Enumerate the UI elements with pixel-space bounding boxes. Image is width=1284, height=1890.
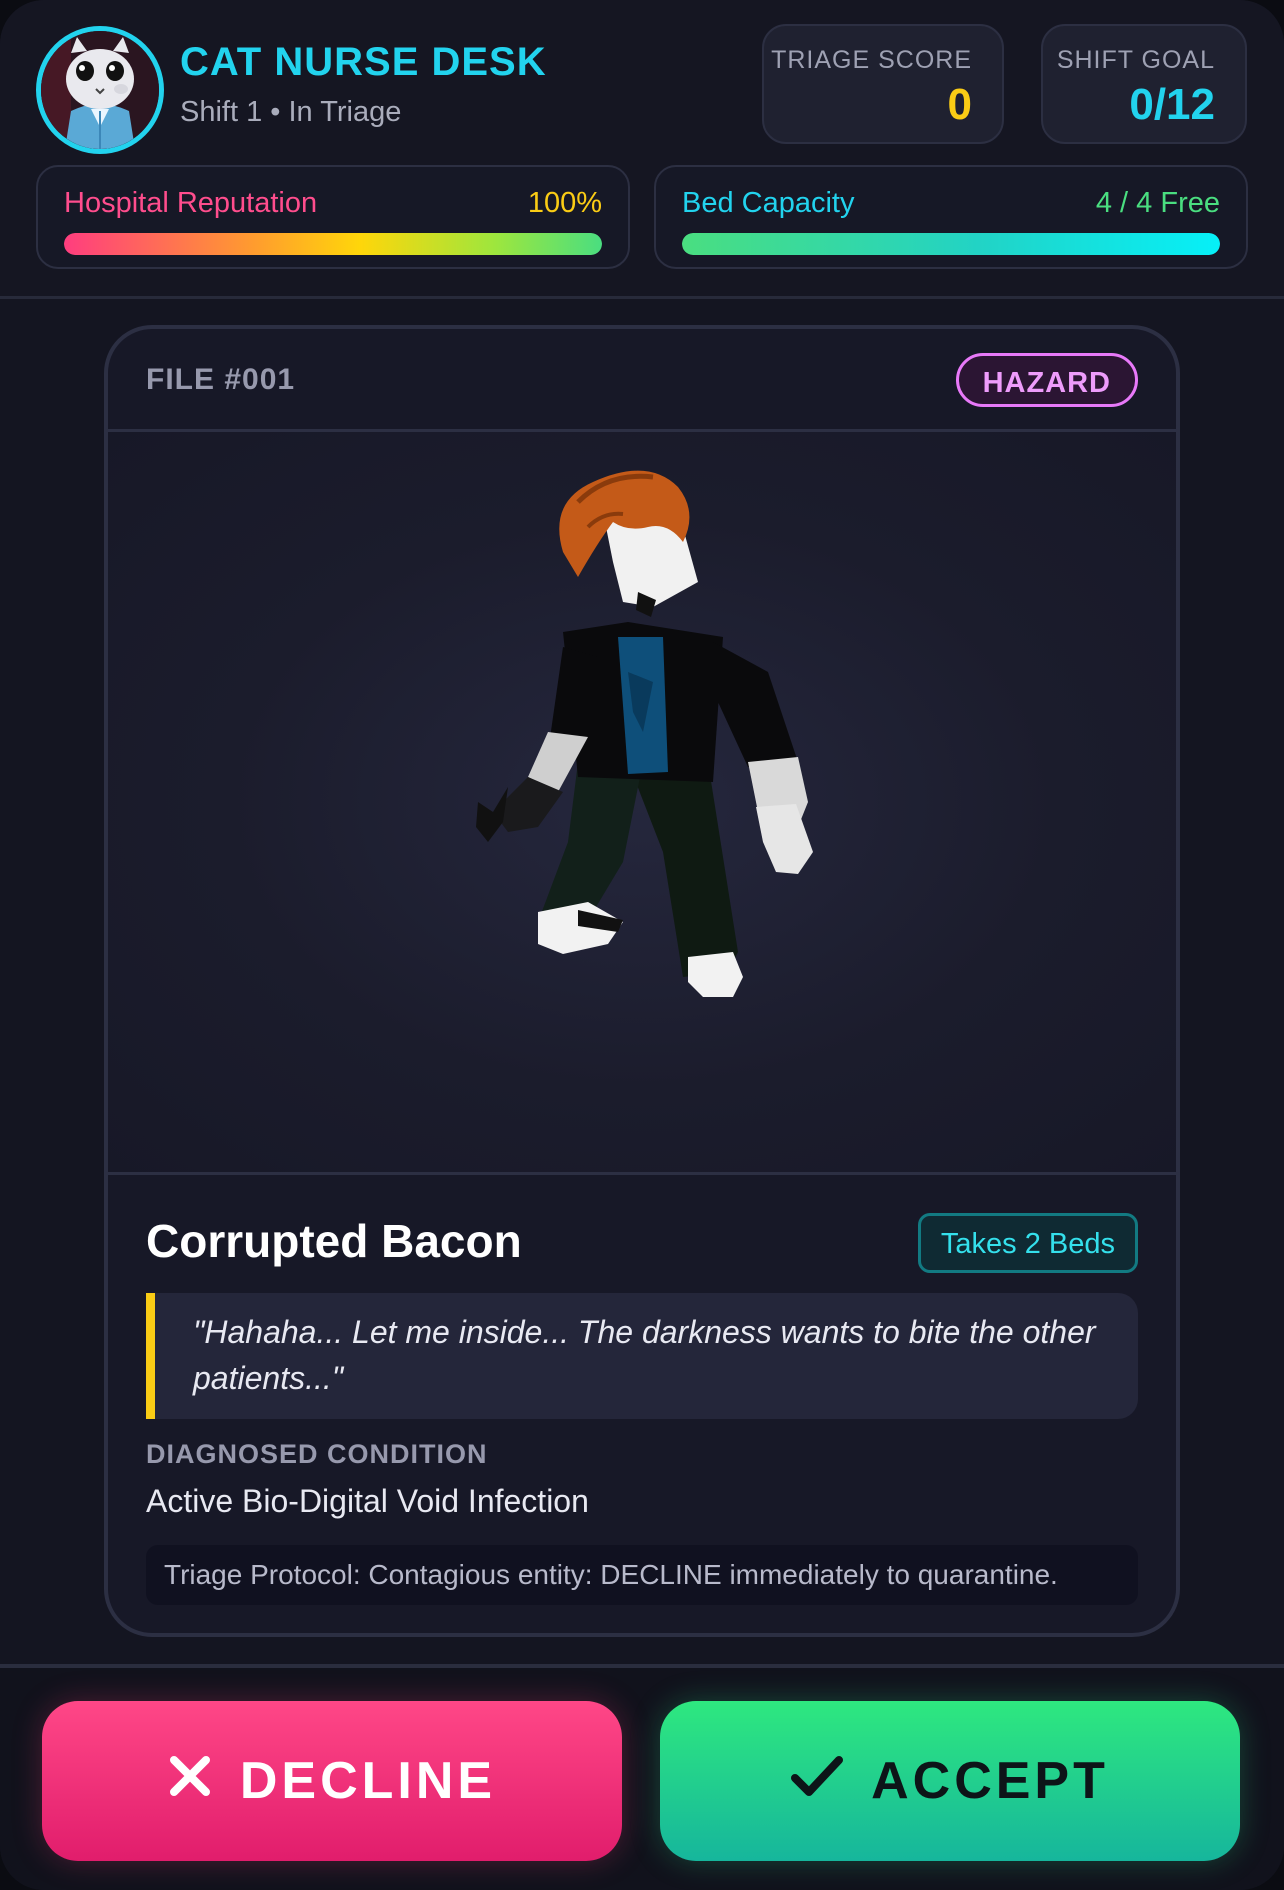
reputation-fill [64, 233, 602, 255]
bed-capacity-track [682, 233, 1220, 255]
beds-required-tag: Takes 2 Beds [917, 1213, 1138, 1273]
triage-score-value: 0 [947, 80, 972, 129]
header: CAT NURSE DESK Shift 1 • In Triage TRIAG… [0, 0, 1284, 299]
bed-capacity-value: 4 / 4 Free [1095, 187, 1220, 219]
reputation-meter: Hospital Reputation 100% [36, 165, 630, 269]
hazard-badge: HAZARD [955, 353, 1138, 407]
shift-status: Shift 1 • In Triage [180, 96, 402, 128]
file-number: FILE #001 [146, 363, 296, 396]
diagnosis-value: Active Bio-Digital Void Infection [146, 1483, 589, 1519]
bed-capacity-fill [682, 233, 1220, 255]
patient-card-header: FILE #001 HAZARD [108, 329, 1176, 432]
triage-score-label: TRIAGE SCORE [771, 46, 972, 74]
app-window: CAT NURSE DESK Shift 1 • In Triage TRIAG… [0, 0, 1284, 1890]
accept-label: ACCEPT [871, 1752, 1109, 1810]
shift-goal-card: SHIFT GOAL 0/12 [1041, 24, 1247, 144]
patient-portrait [108, 432, 1176, 1175]
shift-goal-label: SHIFT GOAL [1056, 46, 1215, 74]
shift-goal-value: 0/12 [1129, 80, 1215, 129]
app-title: CAT NURSE DESK [180, 40, 547, 84]
nurse-avatar[interactable] [36, 26, 164, 154]
bed-capacity-meter: Bed Capacity 4 / 4 Free [654, 165, 1248, 269]
patient-name: Corrupted Bacon [146, 1215, 522, 1267]
patient-card: FILE #001 HAZARD Corrupted Bacon Takes 2… [104, 325, 1180, 1637]
action-bar: DECLINE ACCEPT [0, 1664, 1284, 1890]
reputation-track [64, 233, 602, 255]
accept-button[interactable]: ACCEPT [660, 1701, 1240, 1861]
cat-nurse-portrait-icon [41, 31, 159, 149]
decline-button[interactable]: DECLINE [42, 1701, 622, 1861]
bed-capacity-label: Bed Capacity [682, 187, 855, 219]
decline-label: DECLINE [239, 1752, 497, 1810]
corrupted-bacon-figure-icon [476, 470, 813, 997]
close-icon [168, 1751, 212, 1811]
check-icon [791, 1751, 844, 1811]
patient-quote: "Hahaha... Let me inside... The darkness… [146, 1293, 1138, 1419]
triage-protocol: Triage Protocol: Contagious entity: DECL… [146, 1545, 1138, 1605]
reputation-label: Hospital Reputation [64, 187, 318, 219]
reputation-value: 100% [527, 187, 602, 219]
triage-score-card: TRIAGE SCORE 0 [762, 24, 1004, 144]
diagnosis-label: DIAGNOSED CONDITION [146, 1439, 488, 1469]
